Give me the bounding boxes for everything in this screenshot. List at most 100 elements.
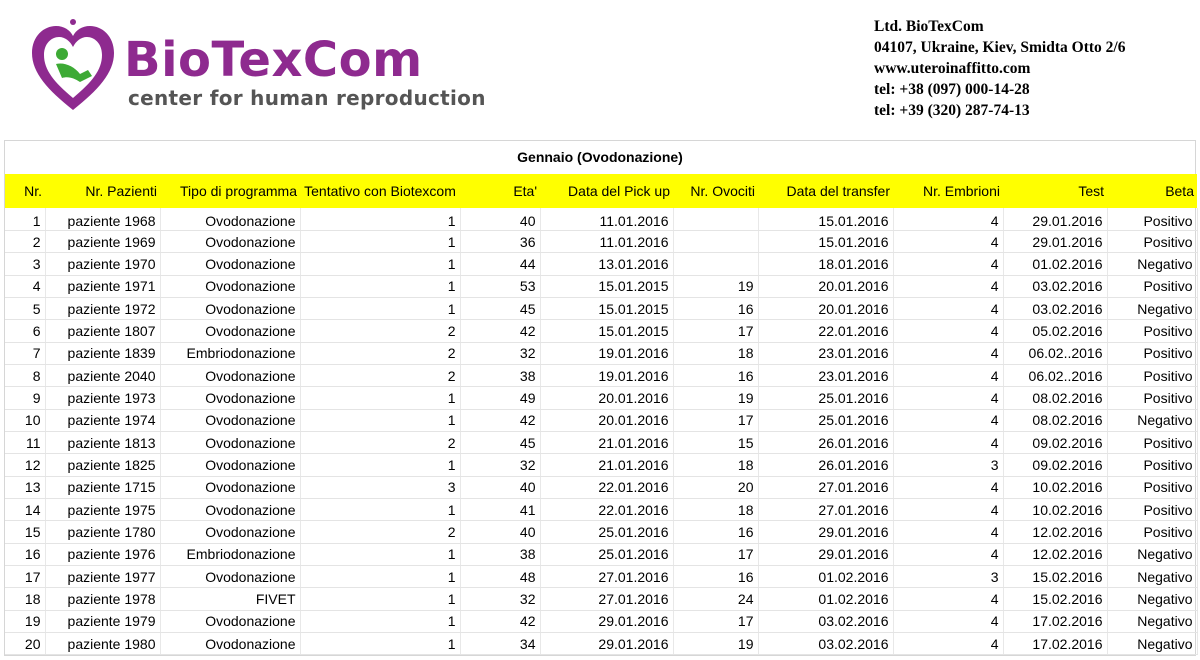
table-row: 8 paziente 2040 Ovodonazione 2 38 19.01.2016 1… bbox=[5, 364, 1198, 388]
table-cell: paziente 1974 bbox=[45, 409, 161, 432]
col-header: Data del transfer bbox=[786, 183, 891, 199]
table-cell: 19.01.2016 bbox=[540, 342, 674, 365]
table-cell: paziente 1839 bbox=[45, 342, 161, 365]
table-cell: Negativo bbox=[1107, 587, 1198, 611]
table-cell: 19 bbox=[5, 610, 46, 634]
table-cell: Positivo bbox=[1107, 386, 1198, 410]
table-cell: 18 bbox=[673, 498, 759, 522]
table-cell: Positivo bbox=[1107, 453, 1198, 477]
table-cell: 05.02.2016 bbox=[1003, 319, 1108, 343]
table-cell: 4 bbox=[893, 476, 1004, 499]
table-cell: Ovodonazione bbox=[160, 610, 301, 634]
table-cell: 18 bbox=[5, 587, 46, 611]
col-header: Tentativo con Biotexcom bbox=[304, 183, 456, 199]
table-cell: 32 bbox=[460, 453, 541, 477]
table-cell: 16 bbox=[5, 543, 46, 567]
table-row: 3 paziente 1970 Ovodonazione 1 44 13.01.2016 1… bbox=[5, 252, 1198, 276]
table-cell: Negativo bbox=[1107, 297, 1198, 321]
table-cell: paziente 1807 bbox=[45, 319, 161, 343]
table-cell: Negativo bbox=[1107, 409, 1198, 432]
table-cell: Negativo bbox=[1107, 565, 1198, 589]
table-cell: 03.02.2016 bbox=[758, 610, 894, 634]
table-row: 1 paziente 1968 Ovodonazione 1 40 11.01.2016 1… bbox=[5, 208, 1198, 231]
brand-name: BioTexCom bbox=[124, 32, 423, 88]
table-cell: paziente 1825 bbox=[45, 453, 161, 477]
table-cell: 44 bbox=[460, 252, 541, 276]
table-cell: 15.02.2016 bbox=[1003, 587, 1108, 611]
table-cell: 15.01.2016 bbox=[758, 230, 894, 254]
sheet-title: Gennaio (Ovodonazione) bbox=[517, 149, 683, 165]
table-cell: Positivo bbox=[1107, 364, 1198, 388]
table-cell: Ovodonazione bbox=[160, 431, 301, 455]
table-cell: 3 bbox=[893, 565, 1004, 589]
table-cell: 27.01.2016 bbox=[540, 587, 674, 611]
table-body: 1 paziente 1968 Ovodonazione 1 40 11.01.2016 1… bbox=[5, 208, 1198, 656]
table-cell: 32 bbox=[460, 342, 541, 365]
table-cell: 15.02.2016 bbox=[1003, 565, 1108, 589]
table-cell: 4 bbox=[893, 520, 1004, 544]
col-header: Nr. Pazienti bbox=[85, 183, 157, 199]
table-cell: 10.02.2016 bbox=[1003, 476, 1108, 499]
col-header: Data del Pick up bbox=[568, 183, 670, 199]
table-row: 2 paziente 1969 Ovodonazione 1 36 11.01.2016 1… bbox=[5, 230, 1198, 254]
table-cell: 24 bbox=[673, 587, 759, 611]
table-cell: 09.02.2016 bbox=[1003, 431, 1108, 455]
table-cell: Ovodonazione bbox=[160, 409, 301, 432]
table-cell: 42 bbox=[460, 409, 541, 432]
heart-figure-icon bbox=[32, 19, 114, 110]
table-cell: 26.01.2016 bbox=[758, 453, 894, 477]
table-cell: 11.01.2016 bbox=[540, 208, 674, 231]
table-cell: 23.01.2016 bbox=[758, 364, 894, 388]
table-cell: 32 bbox=[460, 587, 541, 611]
table-row: 15 paziente 1780 Ovodonazione 2 40 25.01.2016… bbox=[5, 520, 1198, 544]
table-cell: 03.02.2016 bbox=[1003, 275, 1108, 298]
table-cell: 49 bbox=[460, 386, 541, 410]
table-row: 18 paziente 1978 FIVET 1 32 27.01.2016 24 01.02… bbox=[5, 587, 1198, 611]
table-cell: Ovodonazione bbox=[160, 520, 301, 544]
company-website: www.uteroinaffitto.com bbox=[874, 60, 1031, 77]
table-cell bbox=[673, 208, 759, 231]
table-cell: 17 bbox=[5, 565, 46, 589]
table-cell: Positivo bbox=[1107, 342, 1198, 365]
table-cell: 15.01.2015 bbox=[540, 275, 674, 298]
table-cell: 17.02.2016 bbox=[1003, 632, 1108, 656]
table-cell: 1 bbox=[5, 208, 46, 231]
table-cell: 9 bbox=[5, 386, 46, 410]
table-cell: 20 bbox=[673, 476, 759, 499]
table-cell: Ovodonazione bbox=[160, 632, 301, 656]
table-cell: 4 bbox=[893, 230, 1004, 254]
table-cell: 8 bbox=[5, 364, 46, 388]
table-cell: 10 bbox=[5, 409, 46, 432]
table-cell: 4 bbox=[893, 386, 1004, 410]
table-cell: Negativo bbox=[1107, 252, 1198, 276]
table-cell: 29.01.2016 bbox=[1003, 208, 1108, 231]
phone-1: tel: +38 (097) 000-14-28 bbox=[874, 81, 1030, 98]
table-cell: 2 bbox=[300, 342, 461, 365]
table-cell: Ovodonazione bbox=[160, 498, 301, 522]
table-row: 7 paziente 1839 Embriodonazione 2 32 19.01.20… bbox=[5, 342, 1198, 365]
table-cell: 17 bbox=[673, 543, 759, 567]
table-cell: 15.01.2015 bbox=[540, 319, 674, 343]
table-cell: Ovodonazione bbox=[160, 565, 301, 589]
table-cell: Positivo bbox=[1107, 319, 1198, 343]
table-cell: 45 bbox=[460, 431, 541, 455]
table-cell: 1 bbox=[300, 632, 461, 656]
table-cell: 1 bbox=[300, 610, 461, 634]
table-cell: 4 bbox=[5, 275, 46, 298]
col-header: Nr. Embrioni bbox=[922, 183, 1000, 199]
table-cell: 12.02.2016 bbox=[1003, 520, 1108, 544]
table-cell: 1 bbox=[300, 498, 461, 522]
results-table: Nr. Nr. Pazienti Tipo di programma Tenta… bbox=[5, 174, 1198, 656]
table-cell: 20.01.2016 bbox=[540, 386, 674, 410]
table-cell: 17.02.2016 bbox=[1003, 610, 1108, 634]
table-cell: 11.01.2016 bbox=[540, 230, 674, 254]
table-cell: 20.01.2016 bbox=[758, 275, 894, 298]
table-cell: 19 bbox=[673, 386, 759, 410]
table-cell: 11 bbox=[5, 431, 46, 455]
table-cell: 2 bbox=[300, 319, 461, 343]
table-cell: Ovodonazione bbox=[160, 319, 301, 343]
table-cell: 08.02.2016 bbox=[1003, 386, 1108, 410]
table-cell: 1 bbox=[300, 453, 461, 477]
table-cell: 29.01.2016 bbox=[540, 610, 674, 634]
table-cell: 01.02.2016 bbox=[758, 587, 894, 611]
